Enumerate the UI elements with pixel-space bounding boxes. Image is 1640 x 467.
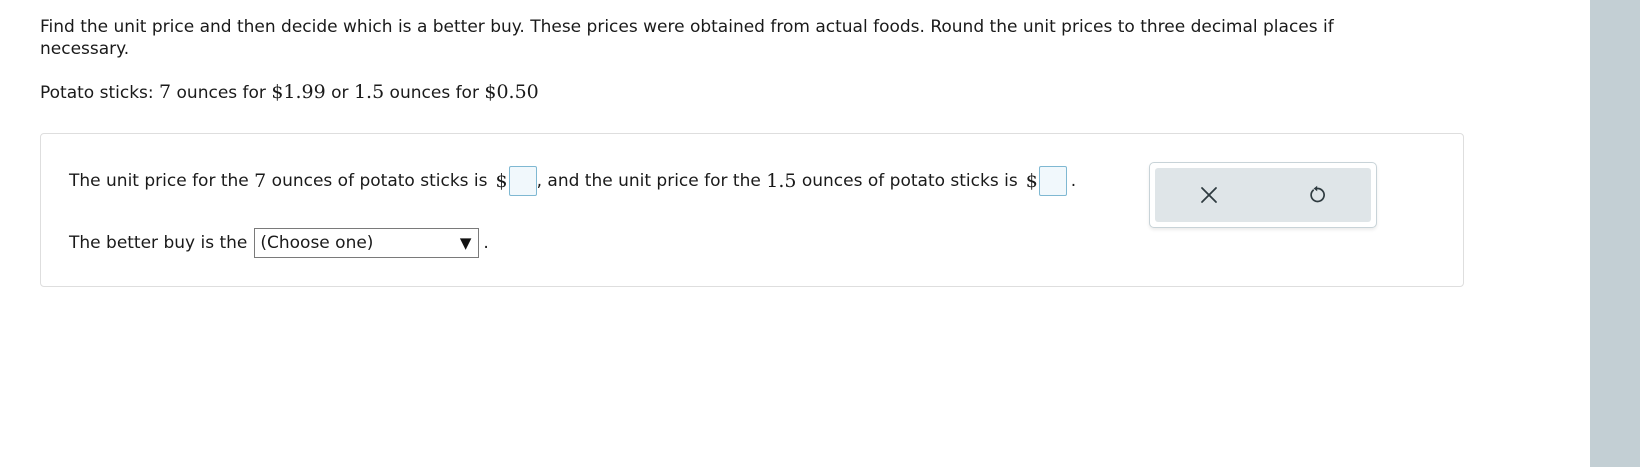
unit-price-7oz-input[interactable] (508, 166, 537, 196)
undo-icon (1310, 185, 1325, 203)
line1-period: . (1070, 171, 1077, 191)
problem-or: or (325, 83, 354, 103)
line1-text-2: ounces of potato sticks is (266, 171, 488, 191)
page: Find the unit price and then decide whic… (0, 0, 1640, 467)
answer-tools-panel (1149, 162, 1377, 228)
x-icon (1201, 187, 1217, 203)
problem-price2: $0.50 (484, 81, 539, 103)
answer-panel: The unit price for the 7 ounces of potat… (40, 133, 1464, 287)
line2-period: . (483, 233, 489, 253)
instructions-text: Find the unit price and then decide whic… (40, 17, 1334, 59)
problem-price1: $1.99 (271, 81, 326, 103)
line1-text-3: , and the unit price for the (536, 171, 767, 191)
content-area: Find the unit price and then decide whic… (40, 0, 1480, 287)
problem-label: Potato sticks: (40, 83, 160, 103)
line1-qty2: 1.5 (766, 170, 797, 192)
better-buy-select[interactable]: (Choose one) ▼ (254, 228, 480, 258)
dollar-sign-2: $ (1025, 170, 1038, 192)
line1-text-1: The unit price for the (69, 171, 255, 191)
scrollbar[interactable] (1590, 0, 1640, 467)
problem-qty1: 7 (159, 81, 172, 103)
answer-tools-bar (1155, 168, 1371, 222)
answer-line-better-buy: The better buy is the (Choose one) ▼ . (69, 227, 489, 259)
clear-button[interactable] (1189, 175, 1229, 215)
reset-button[interactable] (1297, 175, 1337, 215)
better-buy-select-value: (Choose one) (260, 233, 374, 253)
line1-text-4: ounces of potato sticks is (796, 171, 1018, 191)
problem-qty2: 1.5 (353, 81, 385, 103)
answer-line-unit-prices: The unit price for the 7 ounces of potat… (69, 164, 1076, 198)
problem-statement: Potato sticks: 7 ounces for $1.99 or 1.5… (40, 80, 1480, 105)
problem-mid2: ounces for (384, 83, 485, 103)
line1-qty1: 7 (254, 170, 267, 192)
unit-price-1-5oz-input[interactable] (1038, 166, 1067, 196)
dollar-sign-1: $ (495, 170, 508, 192)
dropdown-arrow-icon: ▼ (459, 234, 472, 252)
better-buy-label: The better buy is the (69, 233, 248, 253)
problem-mid1: ounces for (171, 83, 272, 103)
